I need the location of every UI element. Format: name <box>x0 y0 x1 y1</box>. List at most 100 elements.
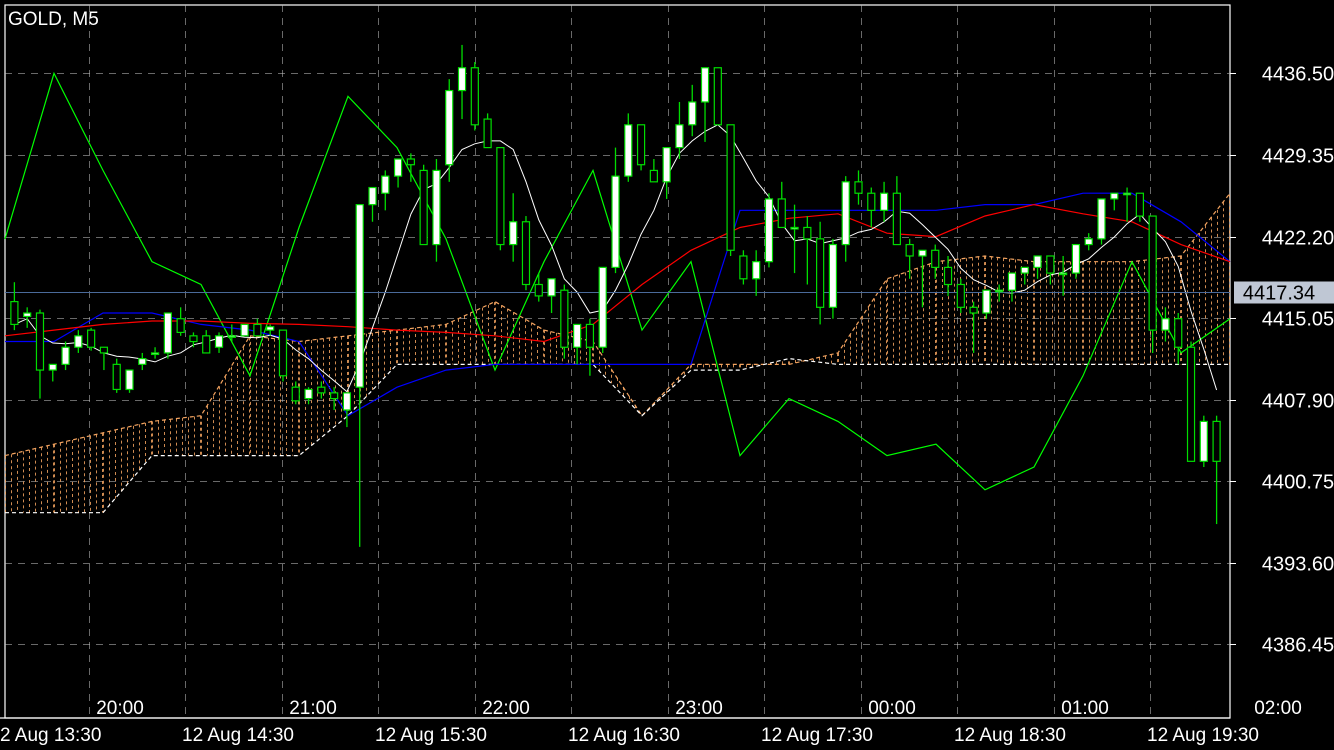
price-chart[interactable]: 4436.50 4429.35 4422.20 4415.05 4407.90 4400.… <box>0 0 1334 750</box>
candle[interactable] <box>278 329 288 382</box>
candle[interactable] <box>995 284 1004 302</box>
candle[interactable] <box>598 266 607 353</box>
candle[interactable] <box>355 204 364 547</box>
candle[interactable] <box>470 62 479 131</box>
candle[interactable] <box>1174 313 1183 365</box>
candle[interactable] <box>1097 198 1106 245</box>
candle[interactable] <box>624 113 633 182</box>
candle-body-bull <box>23 312 32 318</box>
candle[interactable] <box>573 323 582 365</box>
candle[interactable] <box>713 67 722 126</box>
candle[interactable] <box>227 324 236 342</box>
candle[interactable] <box>214 332 224 353</box>
candlesticks[interactable] <box>10 44 1221 547</box>
price-tick-label: 4400.75 <box>1262 472 1334 494</box>
candle[interactable] <box>905 238 914 279</box>
candle[interactable] <box>240 323 249 337</box>
candle[interactable] <box>726 124 735 256</box>
candle[interactable] <box>176 307 185 336</box>
candle-body-bear <box>419 169 428 246</box>
candle[interactable] <box>74 330 83 353</box>
candle[interactable] <box>1084 233 1093 251</box>
candle[interactable] <box>879 181 889 222</box>
candle[interactable] <box>87 327 96 351</box>
candle[interactable] <box>867 187 876 228</box>
candle-body-bull <box>1084 238 1093 246</box>
candle[interactable] <box>777 181 786 229</box>
candle[interactable] <box>48 363 57 382</box>
candle[interactable] <box>649 159 658 183</box>
candle[interactable] <box>1212 415 1221 525</box>
candle[interactable] <box>202 330 211 354</box>
candle[interactable] <box>969 301 978 353</box>
candle[interactable] <box>125 369 134 393</box>
candle[interactable] <box>419 164 428 246</box>
candle[interactable] <box>99 346 109 371</box>
candle-body-bear <box>560 289 569 348</box>
candle[interactable] <box>393 158 403 188</box>
candle[interactable] <box>688 84 697 137</box>
candle[interactable] <box>700 67 710 142</box>
candle[interactable] <box>585 318 595 376</box>
candle[interactable] <box>956 278 965 314</box>
candle[interactable] <box>943 255 953 296</box>
candle[interactable] <box>1122 187 1132 222</box>
candle[interactable] <box>23 307 32 328</box>
candle-body-bear <box>943 266 953 286</box>
candle[interactable] <box>841 176 850 262</box>
candle[interactable] <box>483 113 492 149</box>
candle[interactable] <box>560 284 569 359</box>
candle[interactable] <box>457 44 467 120</box>
candle[interactable] <box>10 282 19 331</box>
candle[interactable] <box>381 170 390 211</box>
candle[interactable] <box>368 186 377 222</box>
time-label-lower: 12 Aug 14:30 <box>182 725 294 746</box>
candle[interactable] <box>739 250 748 285</box>
candle-body-bull <box>227 335 236 338</box>
candle-body-bull <box>1059 272 1068 276</box>
candle[interactable] <box>342 392 352 428</box>
candle[interactable] <box>918 249 927 308</box>
candle[interactable] <box>752 250 761 296</box>
candle[interactable] <box>547 278 556 314</box>
candle[interactable] <box>636 124 646 171</box>
candle[interactable] <box>253 318 262 337</box>
candle[interactable] <box>662 147 671 199</box>
candle-body-bull <box>790 226 799 230</box>
candle[interactable] <box>1186 341 1196 462</box>
candle-body-bull <box>700 67 710 103</box>
candle[interactable] <box>854 170 863 205</box>
candle[interactable] <box>509 193 518 262</box>
candle[interactable] <box>1071 243 1081 279</box>
candle-body-bear <box>253 323 262 337</box>
candle[interactable] <box>521 216 531 291</box>
candle[interactable] <box>1199 415 1208 468</box>
candle[interactable] <box>790 204 799 274</box>
candle[interactable] <box>35 309 45 399</box>
candle[interactable] <box>764 193 774 268</box>
candle[interactable] <box>163 312 172 359</box>
candle-body-bear <box>854 181 863 194</box>
time-label-upper: 00:00 <box>868 698 916 719</box>
candle[interactable] <box>982 289 991 319</box>
candle-body-bull <box>764 198 774 263</box>
candle[interactable] <box>828 238 838 319</box>
candle[interactable] <box>432 159 441 262</box>
candle[interactable] <box>1020 266 1029 285</box>
candle[interactable] <box>931 244 940 279</box>
candle[interactable] <box>445 79 454 182</box>
candle[interactable] <box>496 147 505 251</box>
candle[interactable] <box>1110 192 1119 211</box>
candle[interactable] <box>138 352 147 371</box>
candle-body-bear <box>726 124 735 251</box>
candle[interactable] <box>317 381 326 399</box>
candle[interactable] <box>803 216 812 285</box>
candle-body-bear <box>713 67 722 126</box>
candle[interactable] <box>150 347 160 359</box>
time-label-upper: 21:00 <box>289 698 337 719</box>
candle[interactable] <box>892 176 901 246</box>
candle[interactable] <box>611 147 620 274</box>
candle[interactable] <box>61 341 70 371</box>
candle[interactable] <box>189 332 198 348</box>
candle[interactable] <box>112 358 121 393</box>
